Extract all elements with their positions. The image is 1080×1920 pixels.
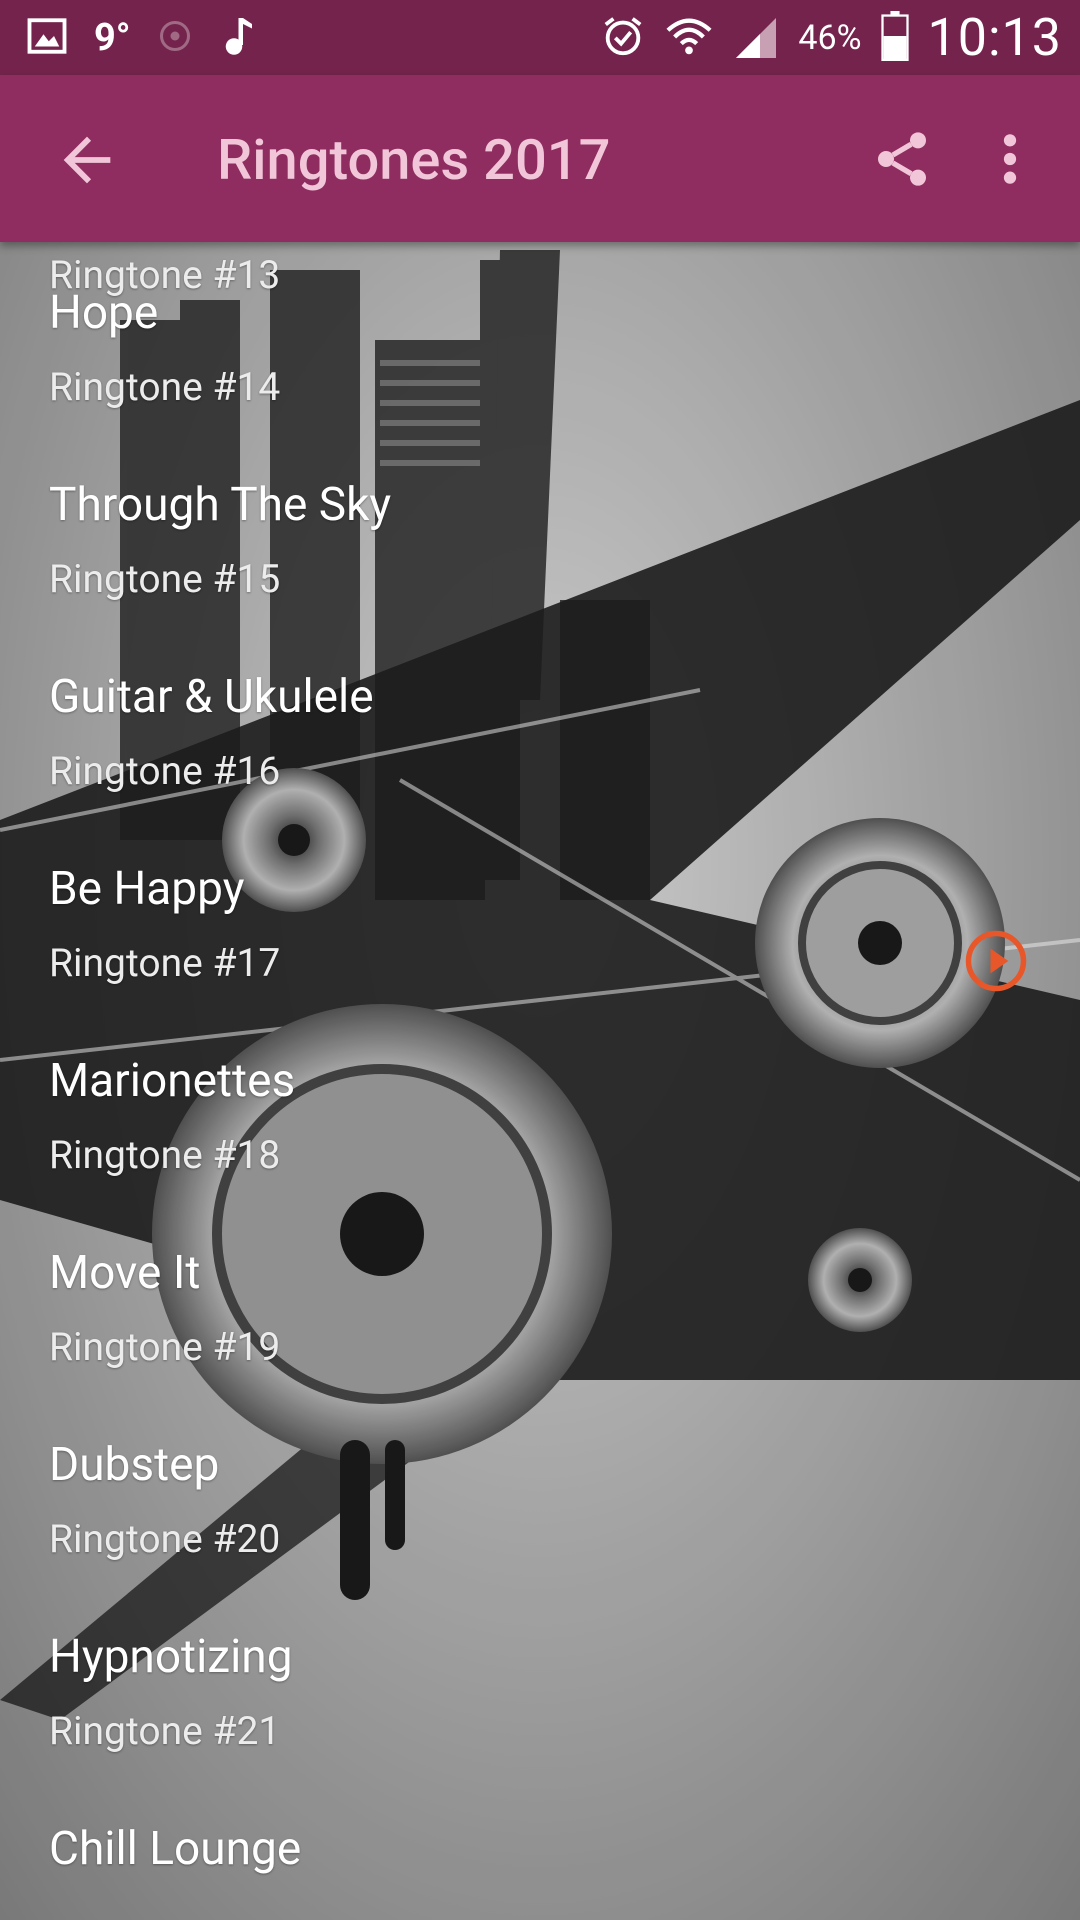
gallery-icon	[26, 15, 68, 61]
clock: 10:13	[927, 7, 1062, 68]
ringtone-title: Chill Lounge	[49, 1822, 302, 1876]
ringtone-subtitle: Ringtone #19	[49, 1324, 281, 1370]
list-item[interactable]: Chill Lounge	[0, 1778, 1080, 1892]
list-item[interactable]: Hope Ringtone #14	[0, 242, 1080, 434]
alarm-icon	[600, 13, 646, 63]
ringtone-title: Through The Sky	[49, 478, 392, 532]
play-icon[interactable]	[963, 928, 1029, 994]
ringtone-subtitle: Ringtone #15	[49, 556, 281, 602]
more-vert-icon[interactable]	[990, 127, 1030, 191]
battery-percent: 46%	[798, 17, 862, 58]
arrow-left-icon[interactable]	[52, 125, 122, 195]
ringtone-title: Hypnotizing	[49, 1630, 293, 1684]
ringtone-title: Move It	[49, 1246, 201, 1300]
ringtone-subtitle: Ringtone #20	[49, 1516, 281, 1562]
signal-icon	[732, 14, 780, 62]
music-note-icon	[219, 15, 255, 61]
ringtone-title: Be Happy	[49, 862, 245, 916]
page-title: Ringtones 2017	[217, 127, 611, 193]
list-item[interactable]: Dubstep Ringtone #20	[0, 1394, 1080, 1586]
list-item[interactable]: Through The Sky Ringtone #15	[0, 434, 1080, 626]
list-item[interactable]: Hypnotizing Ringtone #21	[0, 1586, 1080, 1778]
share-icon[interactable]	[870, 127, 934, 191]
list-item[interactable]: Guitar & Ukulele Ringtone #16	[0, 626, 1080, 818]
ringtone-subtitle: Ringtone #18	[49, 1132, 281, 1178]
wifi-icon	[664, 13, 714, 63]
ringtone-title: Hope	[49, 286, 159, 340]
ringtone-title: Marionettes	[49, 1054, 296, 1108]
ringtone-title: Guitar & Ukulele	[49, 670, 374, 724]
temperature-text: 9°	[94, 15, 131, 60]
list-item[interactable]: Move It Ringtone #19	[0, 1202, 1080, 1394]
battery-icon	[880, 10, 910, 65]
list-item[interactable]: Marionettes Ringtone #18	[0, 1010, 1080, 1202]
ringtone-title: Dubstep	[49, 1438, 220, 1492]
ringtone-subtitle: Ringtone #14	[49, 364, 281, 410]
status-bar: 9° 46% 10:13	[0, 0, 1080, 75]
location-icon	[157, 18, 193, 58]
list-item[interactable]: Be Happy Ringtone #17	[0, 818, 1080, 1010]
ringtone-subtitle: Ringtone #17	[49, 940, 281, 986]
ringtone-subtitle: Ringtone #16	[49, 748, 281, 794]
app-bar: Ringtones 2017	[0, 75, 1080, 242]
ringtone-subtitle: Ringtone #21	[49, 1708, 281, 1754]
ringtone-list[interactable]: Ringtone #13 Hope Ringtone #14 Through T…	[0, 242, 1080, 1892]
